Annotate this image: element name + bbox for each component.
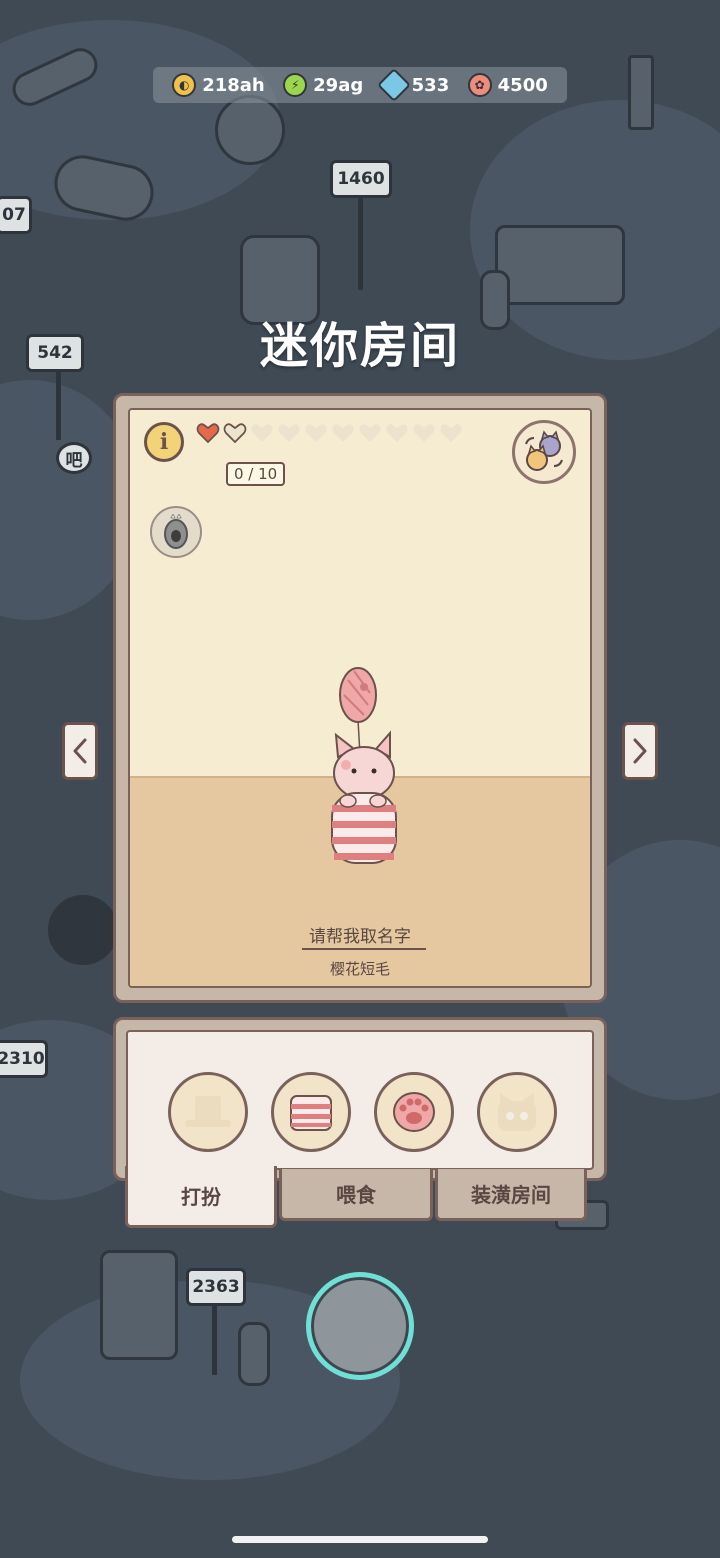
avocado-icon bbox=[164, 514, 188, 549]
dress-up-slots bbox=[126, 1030, 594, 1170]
shell-icon: ✿ bbox=[467, 73, 492, 97]
face-slot[interactable] bbox=[477, 1072, 557, 1152]
heart-empty-icon bbox=[223, 423, 247, 444]
room-view: i 0 / 10 请帮我取名字 樱花短毛 bbox=[128, 408, 592, 988]
affection-hearts bbox=[196, 422, 463, 444]
name-cat-prompt[interactable]: 请帮我取名字 bbox=[130, 922, 590, 947]
currency-energy[interactable]: ⚡ 29ag bbox=[283, 73, 363, 97]
dress-up-panel bbox=[113, 1017, 607, 1181]
affection-counter: 0 / 10 bbox=[226, 462, 286, 486]
switch-cat-button[interactable] bbox=[512, 420, 576, 484]
bg-bush-icon bbox=[48, 895, 118, 965]
bg-wheelbarrow-icon bbox=[495, 225, 625, 305]
heart-empty-icon bbox=[413, 424, 435, 442]
next-cat-button[interactable] bbox=[622, 722, 658, 780]
cat-breed-label: 樱花短毛 bbox=[329, 960, 390, 978]
clothes-slot[interactable] bbox=[271, 1072, 351, 1152]
paw-slot-icon bbox=[393, 1092, 435, 1132]
bg-trash-can-icon bbox=[628, 55, 654, 130]
bg-cactus-icon bbox=[100, 1250, 178, 1360]
bg-gramophone-icon bbox=[215, 95, 285, 165]
page-title: 迷你房间 bbox=[259, 318, 460, 374]
shell-amount: 4500 bbox=[497, 74, 548, 96]
heart-empty-icon bbox=[332, 424, 354, 442]
previous-cat-button[interactable] bbox=[62, 722, 98, 780]
currency-shell[interactable]: ✿ 4500 bbox=[467, 73, 548, 97]
currency-coin[interactable]: ◐ 218ah bbox=[172, 73, 265, 97]
info-button[interactable]: i bbox=[144, 422, 184, 462]
currency-bar: ◐ 218ah ⚡ 29ag 533 ✿ 4500 bbox=[153, 67, 567, 103]
currency-gem[interactable]: 533 bbox=[376, 68, 450, 102]
heart-empty-icon bbox=[440, 424, 462, 442]
chevron-right-icon bbox=[633, 738, 647, 764]
heart-filled-icon bbox=[196, 423, 220, 444]
chevron-left-icon bbox=[73, 738, 87, 764]
bg-sign: 2310 bbox=[0, 1040, 48, 1078]
heart-empty-icon bbox=[386, 424, 408, 442]
swap-cats-icon bbox=[525, 430, 563, 471]
tab-decorate-room[interactable]: 装潢房间 bbox=[435, 1169, 587, 1221]
tab-feed[interactable]: 喂食 bbox=[279, 1169, 433, 1221]
lightning-icon: ⚡ bbox=[283, 73, 308, 97]
name-underline bbox=[302, 948, 426, 950]
room-card: i 0 / 10 请帮我取名字 樱花短毛 bbox=[113, 393, 607, 1003]
bg-sign: 2363 bbox=[186, 1268, 246, 1306]
bg-sign-pole bbox=[358, 195, 363, 290]
bg-sign: 07 bbox=[0, 196, 32, 234]
heart-empty-icon bbox=[278, 424, 300, 442]
gem-amount: 533 bbox=[411, 74, 450, 96]
tab-dress-up[interactable]: 打扮 bbox=[125, 1166, 277, 1228]
coin-amount: 218ah bbox=[202, 74, 265, 96]
gem-icon bbox=[376, 68, 411, 102]
bg-sign-pole bbox=[212, 1300, 217, 1375]
heart-empty-icon bbox=[251, 424, 273, 442]
coin-icon: ◐ bbox=[172, 73, 197, 97]
avocado-badge[interactable] bbox=[150, 506, 202, 558]
bg-sign: 1460 bbox=[330, 160, 392, 198]
bg-lantern-icon bbox=[238, 1322, 270, 1386]
hat-slot-icon bbox=[185, 1096, 231, 1127]
accessory-slot[interactable] bbox=[374, 1072, 454, 1152]
shirt-slot-icon bbox=[290, 1095, 332, 1131]
center-action-button[interactable] bbox=[306, 1272, 414, 1380]
hat-slot[interactable] bbox=[168, 1072, 248, 1152]
cat-character[interactable] bbox=[320, 665, 410, 895]
heart-empty-icon bbox=[359, 424, 381, 442]
energy-amount: 29ag bbox=[313, 74, 364, 96]
cat-face-slot-icon bbox=[498, 1093, 536, 1131]
bg-speech-bubble: 吧 bbox=[56, 442, 92, 474]
home-indicator[interactable] bbox=[232, 1536, 488, 1543]
heart-empty-icon bbox=[305, 424, 327, 442]
bg-sign-pole bbox=[56, 370, 61, 440]
